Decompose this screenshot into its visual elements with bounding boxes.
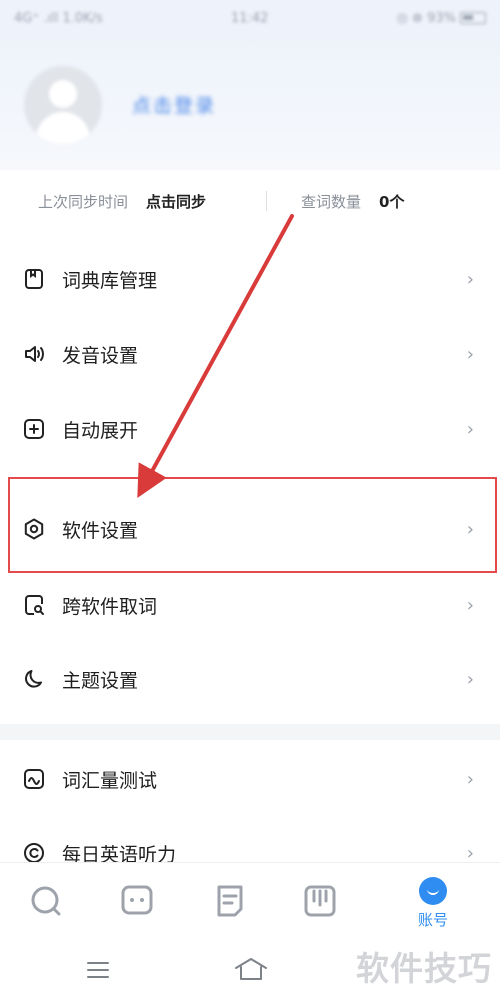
bottom-tab-bar: 账号	[0, 862, 500, 940]
tab-account[interactable]: 账号	[408, 877, 458, 930]
menu-lines-icon[interactable]	[86, 960, 110, 980]
account-smile-icon	[419, 877, 447, 905]
chat-tab-icon[interactable]	[117, 881, 157, 921]
search-tab-icon[interactable]	[26, 881, 66, 921]
annotation-arrow	[137, 214, 294, 499]
notes-tab-icon[interactable]	[210, 881, 250, 921]
watermark-text: 软件技巧	[356, 949, 492, 988]
home-icon[interactable]	[233, 956, 269, 982]
tab-account-label: 账号	[417, 911, 448, 929]
book-tab-icon[interactable]	[300, 881, 340, 921]
